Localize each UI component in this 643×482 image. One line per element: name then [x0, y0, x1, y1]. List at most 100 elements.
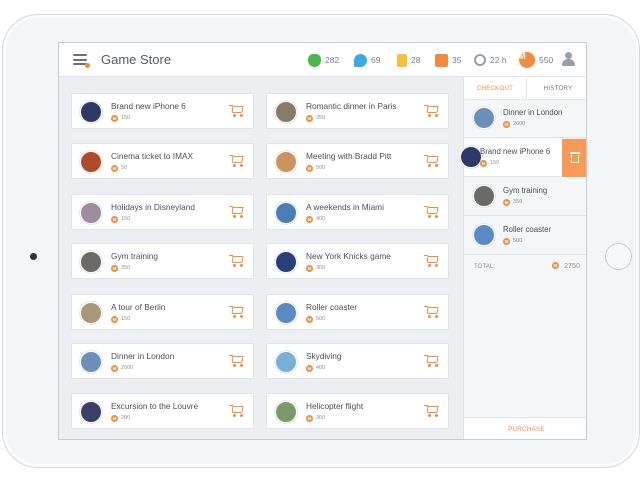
stat-coins[interactable]: M 550 — [519, 52, 553, 68]
product-thumbnail — [275, 302, 297, 324]
product-thumbnail — [275, 251, 297, 273]
product-card[interactable]: Brand new iPhone 6 M 150 — [71, 93, 254, 129]
document-icon — [397, 53, 407, 67]
cart-icon[interactable] — [424, 254, 440, 268]
app-screen: Game Store 282 69 28 35 22 h M 550 Brand… — [58, 42, 587, 440]
product-price: M 350 — [306, 114, 325, 122]
product-thumbnail — [473, 224, 495, 246]
tab-history[interactable]: HISTORY — [527, 77, 586, 99]
trash-icon — [570, 152, 580, 163]
product-card[interactable]: Meeting with Bradd Pitt M 500 — [266, 143, 449, 179]
stat-time[interactable]: 22 h — [474, 52, 507, 68]
price-value: 150 — [121, 316, 131, 322]
cart-icon[interactable] — [424, 354, 440, 368]
cart-icon[interactable] — [229, 154, 245, 168]
product-price: M 500 — [306, 315, 325, 323]
product-name: A tour of Berlin — [111, 302, 166, 312]
price-value: 500 — [513, 238, 523, 244]
coin-icon: M — [306, 114, 313, 122]
product-price: M 400 — [306, 215, 325, 223]
top-bar: Game Store 282 69 28 35 22 h M 550 — [59, 43, 586, 77]
cart-icon[interactable] — [229, 205, 245, 219]
product-name: Dinner in London — [503, 108, 563, 117]
product-price: M 350 — [111, 264, 130, 272]
checkout-item[interactable]: Dinner in London M 2000 — [464, 100, 586, 138]
coin-icon: M — [552, 262, 559, 269]
product-name: Holidays in Disneyland — [111, 202, 195, 212]
checkout-item[interactable]: Gym training M 350 — [464, 178, 586, 216]
product-card[interactable]: Roller coaster M 500 — [266, 294, 449, 330]
cart-icon[interactable] — [229, 254, 245, 268]
product-thumbnail — [275, 401, 297, 423]
notification-dot — [85, 63, 90, 68]
checkout-item[interactable]: Brand new iPhone 6 M 150 — [460, 139, 586, 177]
delete-button[interactable] — [562, 139, 586, 177]
product-name: Gym training — [111, 251, 159, 261]
product-card[interactable]: A weekends in Miami M 400 — [266, 194, 449, 230]
product-card[interactable]: Helicopter flight M 300 — [266, 393, 449, 429]
purchase-button[interactable]: PURCHASE — [464, 417, 586, 439]
product-card[interactable]: New York Knicks game M 300 — [266, 243, 449, 279]
coin-icon: M — [111, 215, 118, 223]
product-thumbnail — [275, 101, 297, 123]
product-price: M 150 — [480, 159, 499, 167]
tab-checkout[interactable]: CHECKOUT — [464, 77, 527, 99]
product-thumbnail — [460, 146, 482, 168]
product-price: M 400 — [306, 364, 325, 372]
product-name: Roller coaster — [503, 225, 552, 234]
product-thumbnail — [275, 202, 297, 224]
home-button[interactable] — [605, 243, 632, 270]
product-card[interactable]: A tour of Berlin M 150 — [71, 294, 254, 330]
stat-wallet[interactable]: 35 — [435, 52, 461, 68]
price-value: 200 — [121, 415, 131, 421]
stat-value: 35 — [452, 55, 462, 65]
price-value: 50 — [121, 165, 128, 171]
menu-icon[interactable] — [73, 54, 90, 68]
product-card[interactable]: Skydiving M 400 — [266, 343, 449, 379]
product-name: New York Knicks game — [306, 251, 391, 261]
coin-icon: M — [111, 315, 118, 323]
cart-icon[interactable] — [424, 104, 440, 118]
stat-documents[interactable]: 28 — [397, 52, 420, 68]
product-card[interactable]: Cinema ticket to IMAX M 50 — [71, 143, 254, 179]
coin-icon: M — [503, 120, 510, 128]
product-thumbnail — [80, 251, 102, 273]
coin-icon: M — [306, 264, 313, 272]
product-card[interactable]: Excursion to the Louvre M 200 — [71, 393, 254, 429]
product-name: Meeting with Bradd Pitt — [306, 151, 392, 161]
stat-value: 282 — [325, 55, 340, 65]
coin-icon: M — [306, 315, 313, 323]
cart-icon[interactable] — [424, 154, 440, 168]
product-thumbnail — [473, 107, 495, 129]
product-card[interactable]: Romantic dinner in Paris M 350 — [266, 93, 449, 129]
cart-icon[interactable] — [424, 404, 440, 418]
product-price: M 350 — [503, 198, 522, 206]
cart-icon[interactable] — [229, 354, 245, 368]
cart-icon[interactable] — [424, 205, 440, 219]
product-price: M 50 — [111, 164, 127, 172]
stat-value: 28 — [411, 55, 421, 65]
stat-messages[interactable]: 69 — [354, 52, 380, 68]
cart-icon[interactable] — [229, 104, 245, 118]
cart-icon[interactable] — [424, 305, 440, 319]
checkout-item[interactable]: Roller coaster M 500 — [464, 217, 586, 255]
cart-icon[interactable] — [229, 404, 245, 418]
product-card[interactable]: Holidays in Disneyland M 150 — [71, 194, 254, 230]
stat-hands[interactable]: 282 — [308, 52, 339, 68]
product-name: Cinema ticket to IMAX — [111, 151, 194, 161]
wallet-icon — [435, 53, 448, 67]
cart-icon[interactable] — [229, 305, 245, 319]
product-name: A weekends in Miami — [306, 202, 384, 212]
price-value: 350 — [316, 115, 326, 121]
product-card[interactable]: Dinner in London M 2000 — [71, 343, 254, 379]
product-card[interactable]: Gym training M 350 — [71, 243, 254, 279]
product-price: M 300 — [306, 414, 325, 422]
product-thumbnail — [80, 202, 102, 224]
price-value: 2000 — [513, 121, 526, 127]
product-name: Gym training — [503, 186, 548, 195]
coin-icon: M — [306, 414, 313, 422]
total-amount: 2750 — [564, 261, 580, 270]
total-value: M 2750 — [552, 261, 580, 270]
panel-tabs: CHECKOUT HISTORY — [464, 77, 586, 100]
user-icon[interactable] — [561, 52, 575, 67]
